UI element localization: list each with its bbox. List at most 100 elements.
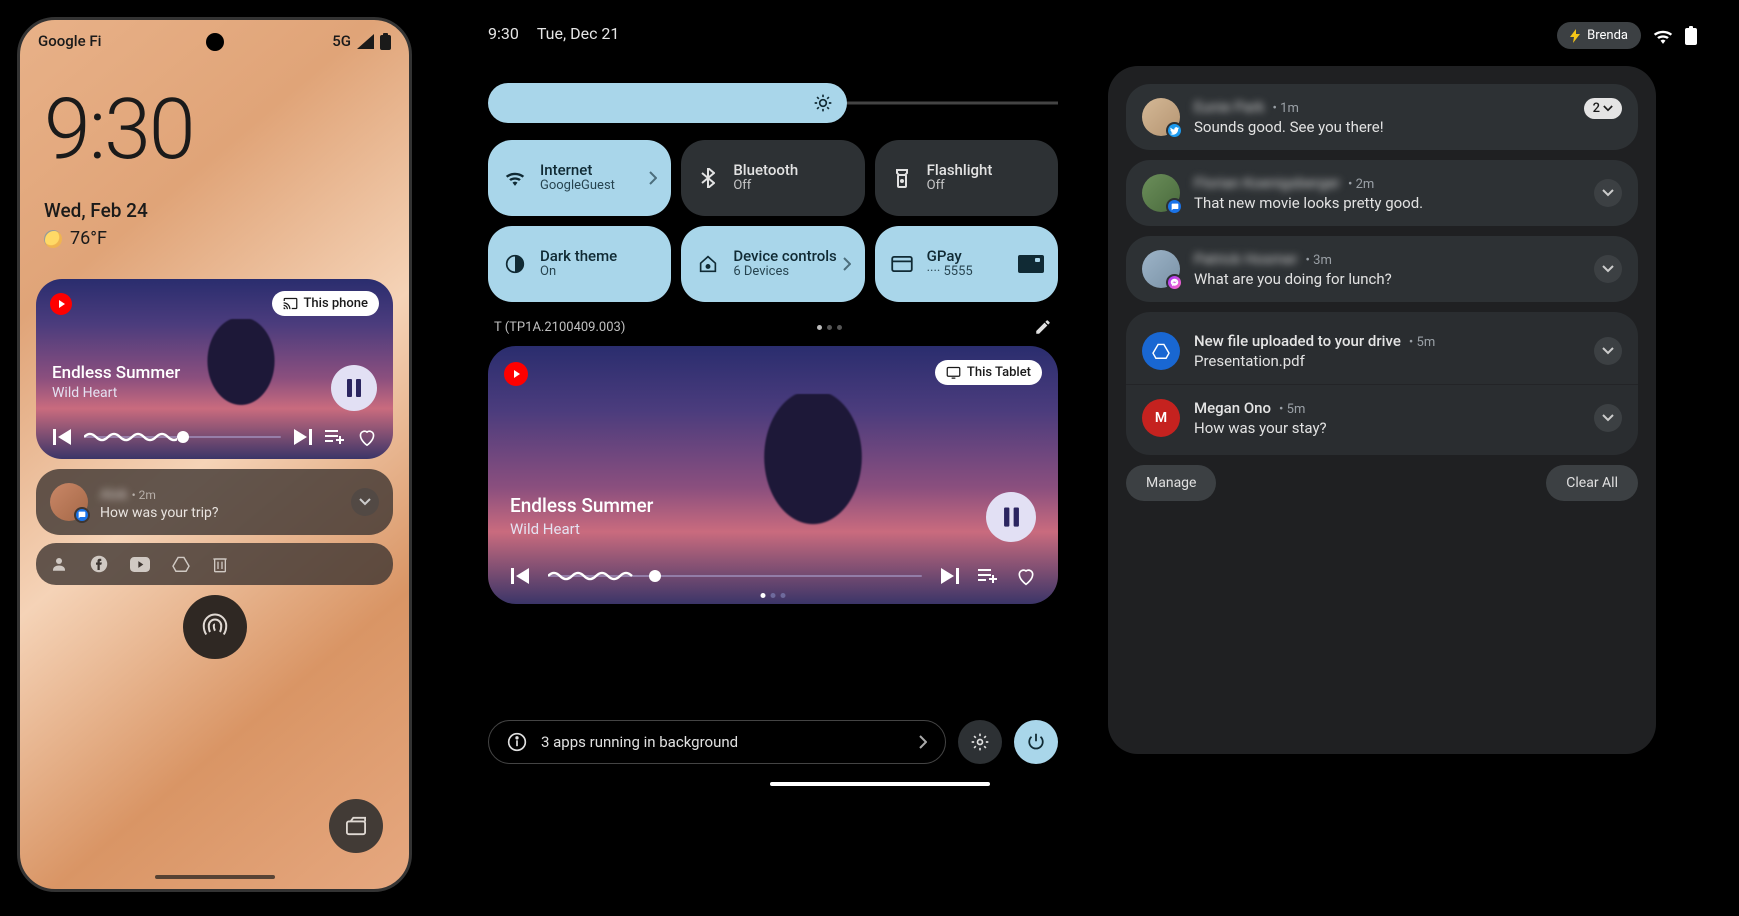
signal-icon — [357, 34, 374, 49]
notif-time: • 2m — [132, 488, 156, 502]
brightness-slider[interactable] — [488, 80, 1058, 126]
phone-notification[interactable]: Alok • 2m How was your trip? — [36, 469, 393, 535]
notif-time: 3m — [1306, 253, 1332, 268]
notification-shelf[interactable] — [36, 543, 393, 585]
notif-message: Presentation.pdf — [1194, 352, 1580, 370]
gear-icon — [970, 732, 990, 752]
notif-sender: Florian Koenigsberger — [1194, 174, 1340, 192]
media-progress[interactable] — [548, 575, 922, 577]
notif-sender: Megan Ono — [1194, 399, 1271, 417]
next-track-button[interactable] — [940, 566, 960, 586]
edit-tiles-button[interactable] — [1034, 318, 1052, 336]
media-progress[interactable] — [84, 436, 281, 438]
youtube-icon — [130, 557, 150, 572]
notif-message: That new movie looks pretty good. — [1194, 194, 1580, 212]
dark-theme-icon — [504, 254, 526, 274]
notification-item[interactable]: Patrick Hosmer3m What are you doing for … — [1126, 236, 1638, 302]
tile-sub: 6 Devices — [733, 265, 836, 280]
page-indicator — [817, 325, 842, 330]
tile-device-controls[interactable]: Device controls6 Devices — [681, 226, 864, 302]
favorite-button[interactable] — [1016, 566, 1036, 586]
lockscreen-clock: 9:30 — [44, 80, 385, 179]
pause-button[interactable] — [331, 365, 377, 411]
tile-bluetooth[interactable]: BluetoothOff — [681, 140, 864, 216]
clear-all-button[interactable]: Clear All — [1546, 465, 1638, 501]
card-icon — [891, 256, 913, 272]
add-to-playlist-button[interactable] — [325, 427, 345, 447]
expand-button[interactable] — [1594, 404, 1622, 432]
next-track-button[interactable] — [293, 427, 313, 447]
chevron-right-icon — [649, 171, 657, 185]
tile-gpay[interactable]: GPay···· 5555 — [875, 226, 1058, 302]
tile-dark-theme[interactable]: Dark themeOn — [488, 226, 671, 302]
add-to-playlist-button[interactable] — [978, 566, 998, 586]
cast-target-label: This phone — [304, 296, 369, 311]
cast-target-label: This Tablet — [967, 365, 1031, 380]
bluetooth-icon — [697, 168, 719, 188]
wallet-button[interactable] — [329, 799, 383, 853]
tile-internet[interactable]: InternetGoogleGuest — [488, 140, 671, 216]
status-date: Tue, Dec 21 — [537, 24, 620, 43]
tile-label: Device controls — [733, 248, 836, 265]
twitter-badge — [1166, 122, 1183, 139]
phone-media-card[interactable]: This phone Endless Summer Wild Heart — [36, 279, 393, 459]
fingerprint-button[interactable] — [183, 595, 247, 659]
tablet-nav-handle[interactable] — [770, 782, 990, 786]
notification-item[interactable]: New file uploaded to your drive5m Presen… — [1126, 316, 1638, 384]
user-chip[interactable]: Brenda — [1557, 22, 1641, 49]
previous-track-button[interactable] — [52, 427, 72, 447]
expand-button[interactable] — [351, 488, 379, 516]
gmail-app-icon: M — [1142, 399, 1180, 437]
media-title: Endless Summer — [510, 494, 653, 517]
power-button[interactable] — [1014, 720, 1058, 764]
status-time: 9:30 — [488, 24, 519, 43]
cast-chip[interactable]: This Tablet — [935, 360, 1042, 385]
fingerprint-icon — [200, 612, 230, 642]
home-icon — [697, 255, 719, 273]
previous-track-button[interactable] — [510, 566, 530, 586]
user-name: Brenda — [1587, 28, 1628, 43]
cast-chip[interactable]: This phone — [272, 291, 380, 316]
expand-button[interactable] — [1594, 337, 1622, 365]
notif-time: 5m — [1409, 335, 1435, 350]
sender-avatar — [1142, 174, 1180, 212]
messages-badge — [1166, 198, 1183, 215]
background-apps-pill[interactable]: 3 apps running in background — [488, 720, 946, 764]
tablet-media-card[interactable]: This Tablet Endless Summer Wild Heart — [488, 346, 1058, 604]
notif-message: How was your trip? — [100, 505, 339, 521]
notif-count-chip[interactable]: 2 — [1584, 98, 1622, 119]
tile-sub: On — [540, 265, 617, 280]
notif-message: How was your stay? — [1194, 419, 1580, 437]
info-icon — [507, 732, 527, 752]
tile-flashlight[interactable]: FlashlightOff — [875, 140, 1058, 216]
notification-item[interactable]: Florian Koenigsberger 2m That new movie l… — [1126, 160, 1638, 226]
media-artist: Wild Heart — [52, 385, 117, 401]
pause-button[interactable] — [986, 492, 1036, 542]
youtube-music-icon — [50, 293, 72, 315]
pause-icon — [346, 379, 362, 397]
notif-sender: Alok — [100, 487, 128, 503]
favorite-button[interactable] — [357, 427, 377, 447]
expand-button[interactable] — [1594, 179, 1622, 207]
tile-label: Internet — [540, 162, 615, 179]
carrier-label: Google Fi — [38, 32, 101, 50]
notification-item[interactable]: M Megan Ono5m How was your stay? — [1126, 384, 1638, 451]
manage-notifications-button[interactable]: Manage — [1126, 465, 1216, 501]
quick-settings-panel: InternetGoogleGuest BluetoothOff Flashli… — [488, 80, 1058, 604]
notif-time: 1m — [1273, 101, 1299, 116]
settings-button[interactable] — [958, 720, 1002, 764]
tile-sub: Off — [733, 179, 798, 194]
notification-item[interactable]: Eunie Park1m Sounds good. See you there!… — [1126, 84, 1638, 150]
lockscreen-weather[interactable]: 76°F — [44, 228, 385, 249]
notification-panel: Eunie Park1m Sounds good. See you there!… — [1108, 66, 1656, 754]
tile-sub: ···· 5555 — [927, 265, 973, 280]
bolt-icon — [1570, 29, 1580, 43]
build-label: T (TP1A.2100409.003) — [494, 320, 625, 335]
youtube-music-icon — [504, 362, 528, 386]
wallet-icon — [345, 816, 367, 836]
nav-handle[interactable] — [155, 875, 275, 879]
tile-label: Dark theme — [540, 248, 617, 265]
battery-icon — [1685, 26, 1697, 45]
notif-time: 2m — [1348, 177, 1374, 192]
expand-button[interactable] — [1594, 255, 1622, 283]
